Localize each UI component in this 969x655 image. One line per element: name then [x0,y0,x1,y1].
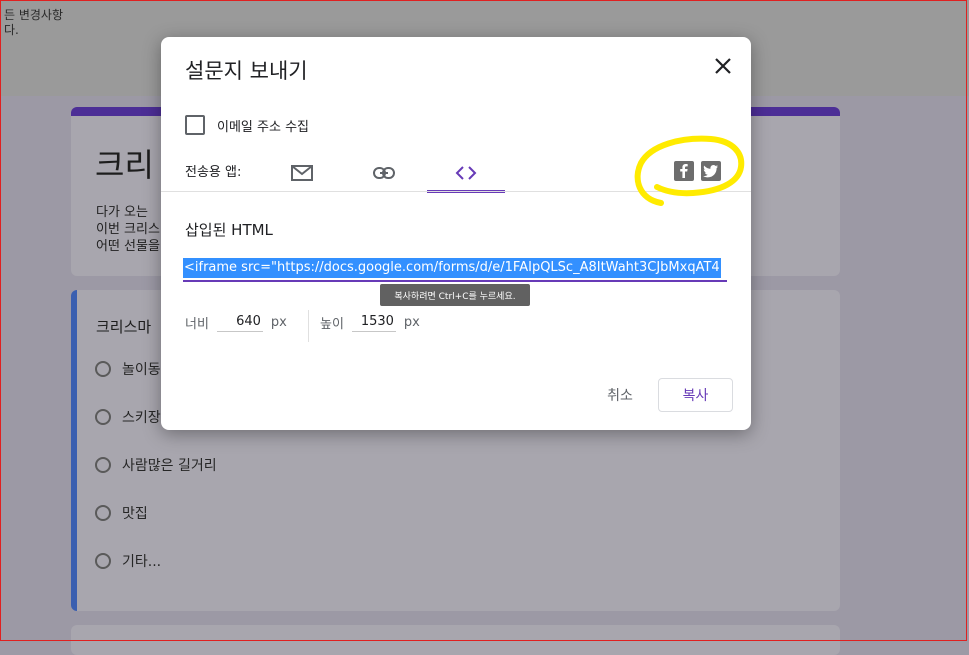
next-card [71,625,840,655]
collect-email-label: 이메일 주소 수집 [217,119,309,135]
twitter-share-button[interactable] [701,161,721,181]
radio-button[interactable] [95,457,111,473]
tab-embed[interactable] [427,155,505,193]
tab-divider [161,191,751,192]
question-title: 크리스마 [96,318,152,336]
close-icon [715,58,731,74]
facebook-share-button[interactable] [674,161,694,181]
form-title: 크리 [95,146,154,184]
tab-link[interactable] [363,155,405,191]
radio-button[interactable] [95,409,111,425]
option-5[interactable]: 기타... [95,551,161,571]
collect-email-checkbox[interactable] [185,115,205,135]
dimension-divider [308,310,309,342]
cancel-button[interactable]: 취소 [591,381,649,409]
height-row: 높이 1530 px [320,312,420,332]
change-notice: 든 변경사항 다. [4,8,64,37]
option-3[interactable]: 사람많은 길거리 [95,455,217,475]
width-input[interactable]: 640 [216,312,263,332]
height-unit: px [403,314,420,330]
radio-button[interactable] [95,505,111,521]
collect-email-row[interactable]: 이메일 주소 수집 [185,115,309,135]
copy-tooltip: 복사하려면 Ctrl+C를 누르세요. [380,284,530,306]
height-input[interactable]: 1530 [351,312,396,332]
width-row: 너비 640 px [185,312,287,332]
option-1[interactable]: 놀이동 [95,359,161,379]
dialog-title: 설문지 보내기 [185,59,308,83]
option-label: 기타... [122,554,162,570]
facebook-icon [680,164,688,178]
option-label: 맛집 [122,506,148,522]
code-icon [455,165,477,180]
option-label: 사람많은 길거리 [122,458,217,474]
width-unit: px [270,314,287,330]
radio-button[interactable] [95,553,111,569]
send-form-dialog: 설문지 보내기 이메일 주소 수집 전송용 앱: 삽입된 HTML <ifram… [161,37,751,430]
tab-email[interactable] [281,155,323,191]
option-2[interactable]: 스키장 [95,407,161,427]
close-button[interactable] [712,55,734,77]
height-label: 높이 [320,316,344,332]
copy-button[interactable]: 복사 [658,378,733,412]
embed-code-text: <iframe src="https://docs.google.com/for… [183,258,721,278]
form-description: 다가 오는 이번 크리스 어떤 선물을 [96,205,160,254]
twitter-icon [703,165,718,178]
option-label: 스키장 [122,410,161,426]
embed-html-label: 삽입된 HTML [185,221,273,239]
option-4[interactable]: 맛집 [95,503,148,523]
radio-button[interactable] [95,361,111,377]
width-label: 너비 [185,316,209,332]
link-icon [373,167,395,179]
send-via-label: 전송용 앱: [185,165,242,180]
embed-code-field[interactable]: <iframe src="https://docs.google.com/for… [183,258,727,282]
mail-icon [291,165,313,181]
option-label: 놀이동 [122,362,161,378]
